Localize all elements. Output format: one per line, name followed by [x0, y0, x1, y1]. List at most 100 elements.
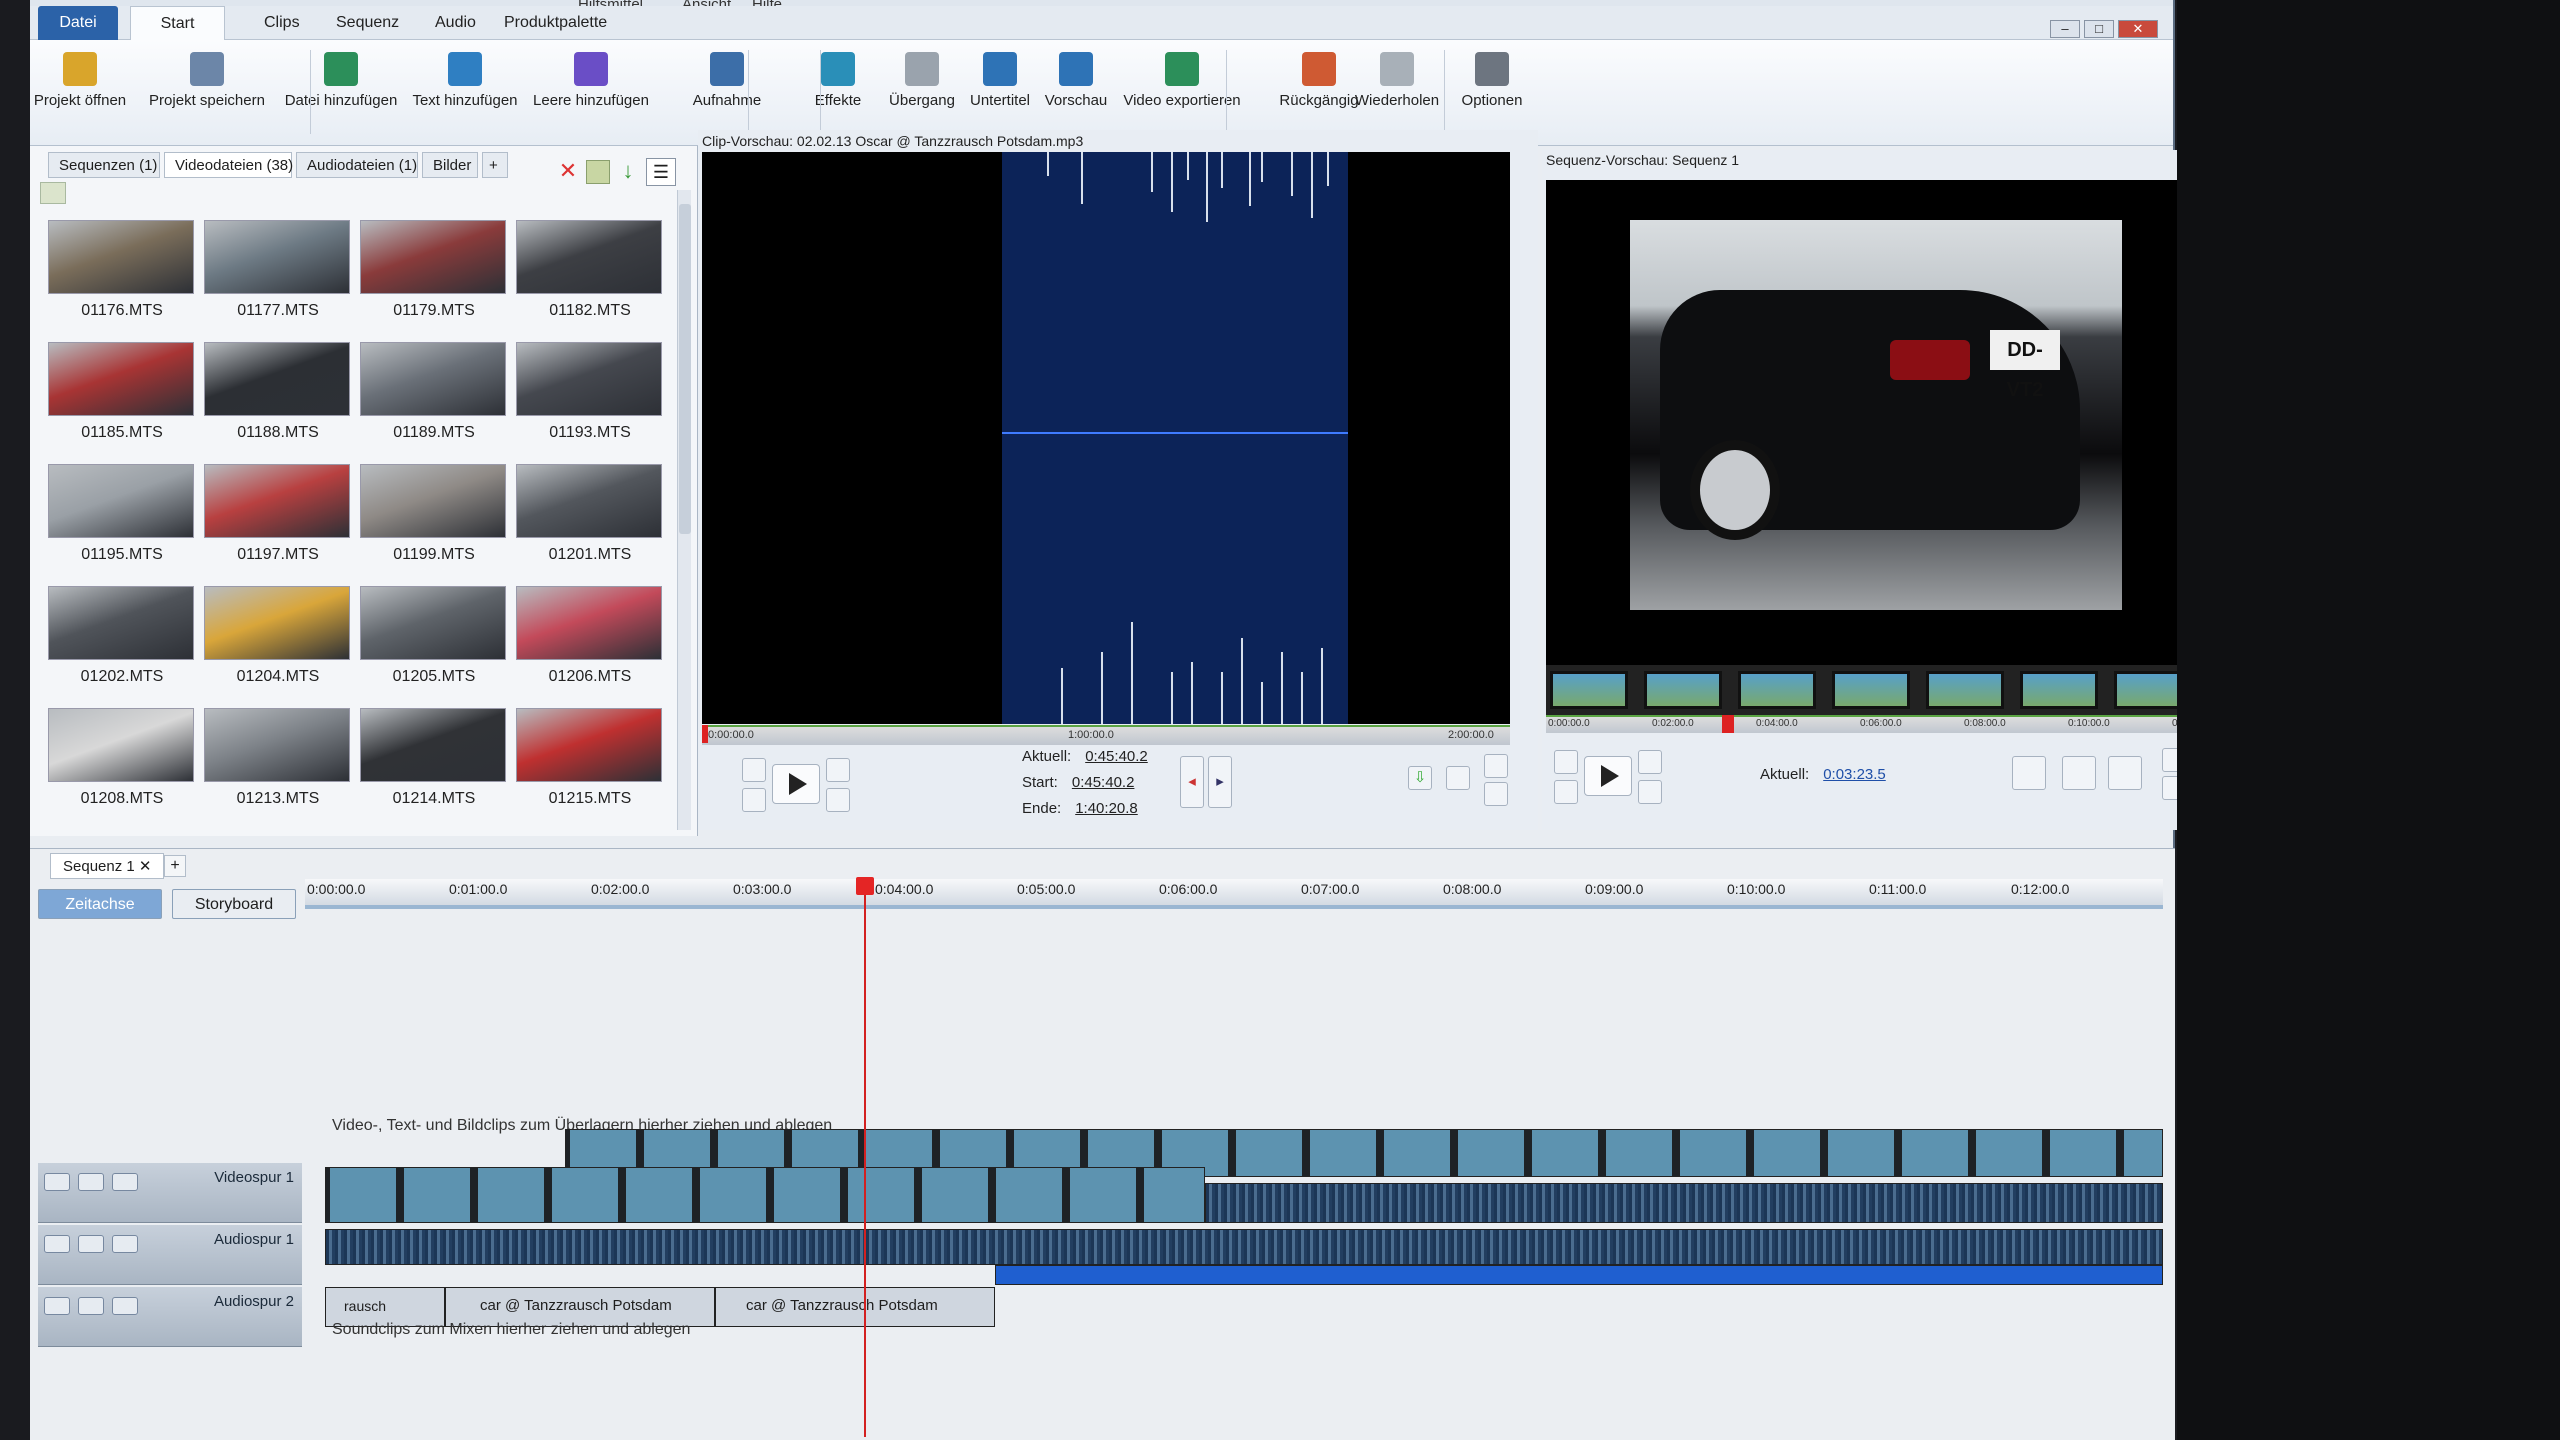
media-thumbnail[interactable]: 01204.MTS: [204, 586, 352, 704]
speaker-icon[interactable]: [44, 1235, 70, 1253]
video-exportieren-button[interactable]: Video exportieren: [1112, 46, 1252, 142]
untertitel-button[interactable]: Untertitel: [962, 46, 1038, 142]
media-thumbnail[interactable]: 01185.MTS: [48, 342, 196, 460]
tab-produktpalette[interactable]: Produktpalette: [492, 6, 619, 40]
timeline-playhead[interactable]: [864, 877, 866, 1437]
video-clip[interactable]: [325, 1167, 1205, 1223]
media-thumbnail[interactable]: 01193.MTS: [516, 342, 664, 460]
media-thumbnail[interactable]: 01213.MTS: [204, 708, 352, 826]
fullscreen-icon[interactable]: [2108, 756, 2142, 790]
zeitachse-button[interactable]: Zeitachse: [38, 889, 162, 919]
tab-audiodateien[interactable]: Audiodateien (1): [296, 152, 418, 178]
sequence-playhead[interactable]: [1722, 715, 1734, 733]
tab-clips[interactable]: Clips: [252, 6, 312, 40]
clip-aktuell-value[interactable]: 0:45:40.2: [1085, 748, 1148, 765]
projekt-speichern-button[interactable]: Projekt speichern: [147, 46, 267, 142]
media-thumbnail[interactable]: 01188.MTS: [204, 342, 352, 460]
speaker-icon[interactable]: [44, 1297, 70, 1315]
media-thumbnail[interactable]: 01202.MTS: [48, 586, 196, 704]
media-thumbnail[interactable]: 01179.MTS: [360, 220, 508, 338]
media-thumbnail[interactable]: 01201.MTS: [516, 464, 664, 582]
media-thumbnail[interactable]: 01199.MTS: [360, 464, 508, 582]
wiederholen-button[interactable]: Wiederholen: [1352, 46, 1442, 142]
clip-start-value[interactable]: 0:45:40.2: [1072, 774, 1135, 791]
eye-icon[interactable]: [44, 1173, 70, 1191]
media-thumbnail[interactable]: 01182.MTS: [516, 220, 664, 338]
effects-icon[interactable]: [2012, 756, 2046, 790]
media-thumbnail[interactable]: 01208.MTS: [48, 708, 196, 826]
maximize-icon[interactable]: □: [2084, 20, 2114, 38]
minimize-icon[interactable]: –: [2050, 20, 2080, 38]
optionen-button[interactable]: Optionen: [1460, 46, 1524, 142]
video-track[interactable]: [305, 1167, 2163, 1223]
sequence-filmstrip[interactable]: [1546, 665, 2200, 715]
lock-icon[interactable]: [78, 1297, 104, 1315]
playhead-handle[interactable]: [856, 877, 874, 895]
clip-playhead[interactable]: [702, 725, 708, 743]
storyboard-button[interactable]: Storyboard: [172, 889, 296, 919]
go-start-icon[interactable]: [742, 788, 766, 812]
lock-icon[interactable]: [78, 1235, 104, 1253]
tab-sequenzen[interactable]: Sequenzen (1): [48, 152, 160, 178]
media-thumbnail[interactable]: 01197.MTS: [204, 464, 352, 582]
leere-hinzufügen-button[interactable]: Leere hinzufügen: [528, 46, 654, 142]
mute-icon[interactable]: [112, 1235, 138, 1253]
projekt-öffnen-button[interactable]: Projekt öffnen: [30, 46, 130, 142]
effekte-button[interactable]: Effekte: [798, 46, 878, 142]
seq-go-start-icon[interactable]: [1554, 780, 1578, 804]
aufnahme-button[interactable]: Aufnahme: [678, 46, 776, 142]
media-thumbnail[interactable]: 01195.MTS: [48, 464, 196, 582]
video-clip-audio[interactable]: [1205, 1183, 2163, 1223]
übergang-button[interactable]: Übergang: [880, 46, 964, 142]
tab-start[interactable]: Start: [130, 6, 225, 40]
audio-track-1[interactable]: [305, 1229, 2163, 1285]
datei-hinzufügen-button[interactable]: Datei hinzufügen: [280, 46, 402, 142]
clip-play-button[interactable]: [772, 764, 820, 804]
sequence-tab[interactable]: Sequenz 1 ✕: [50, 853, 165, 879]
media-thumbnail[interactable]: 01177.MTS: [204, 220, 352, 338]
seq-aktuell-value[interactable]: 0:03:23.5: [1823, 766, 1886, 783]
media-thumbnail[interactable]: 01206.MTS: [516, 586, 664, 704]
step-forward-icon[interactable]: [826, 758, 850, 782]
media-thumbnail[interactable]: 01176.MTS: [48, 220, 196, 338]
go-end-icon[interactable]: [826, 788, 850, 812]
close-icon[interactable]: ✕: [2118, 20, 2158, 38]
sequence-play-button[interactable]: [1584, 756, 1632, 796]
add-tab-button[interactable]: +: [482, 152, 508, 178]
timeline-ruler[interactable]: 0:00:00.0 0:01:00.0 0:02:00.0 0:03:00.0 0:04…: [305, 879, 2163, 909]
media-scrollbar[interactable]: [677, 190, 691, 830]
set-end-icon[interactable]: ▸: [1208, 756, 1232, 808]
zoom-out-icon[interactable]: [1484, 782, 1508, 806]
save-clip-icon[interactable]: [1446, 766, 1470, 790]
zoom-in-icon[interactable]: [1484, 754, 1508, 778]
clip-ende-value[interactable]: 1:40:20.8: [1075, 800, 1138, 817]
audio-clip[interactable]: [325, 1229, 2163, 1265]
add-to-sequence-icon[interactable]: ⇩: [1408, 766, 1432, 790]
seq-step-forward-icon[interactable]: [1638, 750, 1662, 774]
mute-icon[interactable]: [112, 1173, 138, 1191]
lock-icon[interactable]: [78, 1173, 104, 1191]
media-thumbnail[interactable]: 01189.MTS: [360, 342, 508, 460]
mute-icon[interactable]: [112, 1297, 138, 1315]
tab-videodateien[interactable]: Videodateien (38): [164, 152, 293, 178]
media-thumbnail[interactable]: 01214.MTS: [360, 708, 508, 826]
snapshot-camera-icon[interactable]: [2062, 756, 2096, 790]
media-thumbnail[interactable]: 01215.MTS: [516, 708, 664, 826]
tab-datei[interactable]: Datei: [38, 6, 118, 40]
text-hinzufügen-button[interactable]: Text hinzufügen: [405, 46, 525, 142]
vorschau-button[interactable]: Vorschau: [1040, 46, 1112, 142]
audio-clip-selected[interactable]: [995, 1265, 2163, 1285]
set-start-icon[interactable]: ◂: [1180, 756, 1204, 808]
media-thumbnail[interactable]: 01205.MTS: [360, 586, 508, 704]
tab-audio[interactable]: Audio: [423, 6, 488, 40]
sequence-position-bar[interactable]: 0:00:00.0 0:02:00.0 0:04:00.0 0:06:00.0 0:08…: [1546, 715, 2214, 733]
tab-sequenz[interactable]: Sequenz: [324, 6, 411, 40]
seq-go-end-icon[interactable]: [1638, 780, 1662, 804]
tab-bilder[interactable]: Bilder: [422, 152, 478, 178]
clip-position-bar[interactable]: 0:00:00.0 1:00:00.0 2:00:00.0: [702, 725, 1510, 745]
step-back-icon[interactable]: [742, 758, 766, 782]
seq-step-back-icon[interactable]: [1554, 750, 1578, 774]
audio2-clip-c[interactable]: car @ Tanzzrausch Potsdam: [715, 1287, 995, 1327]
add-sequence-button[interactable]: +: [164, 855, 186, 877]
audio-waveform[interactable]: [702, 152, 1510, 724]
